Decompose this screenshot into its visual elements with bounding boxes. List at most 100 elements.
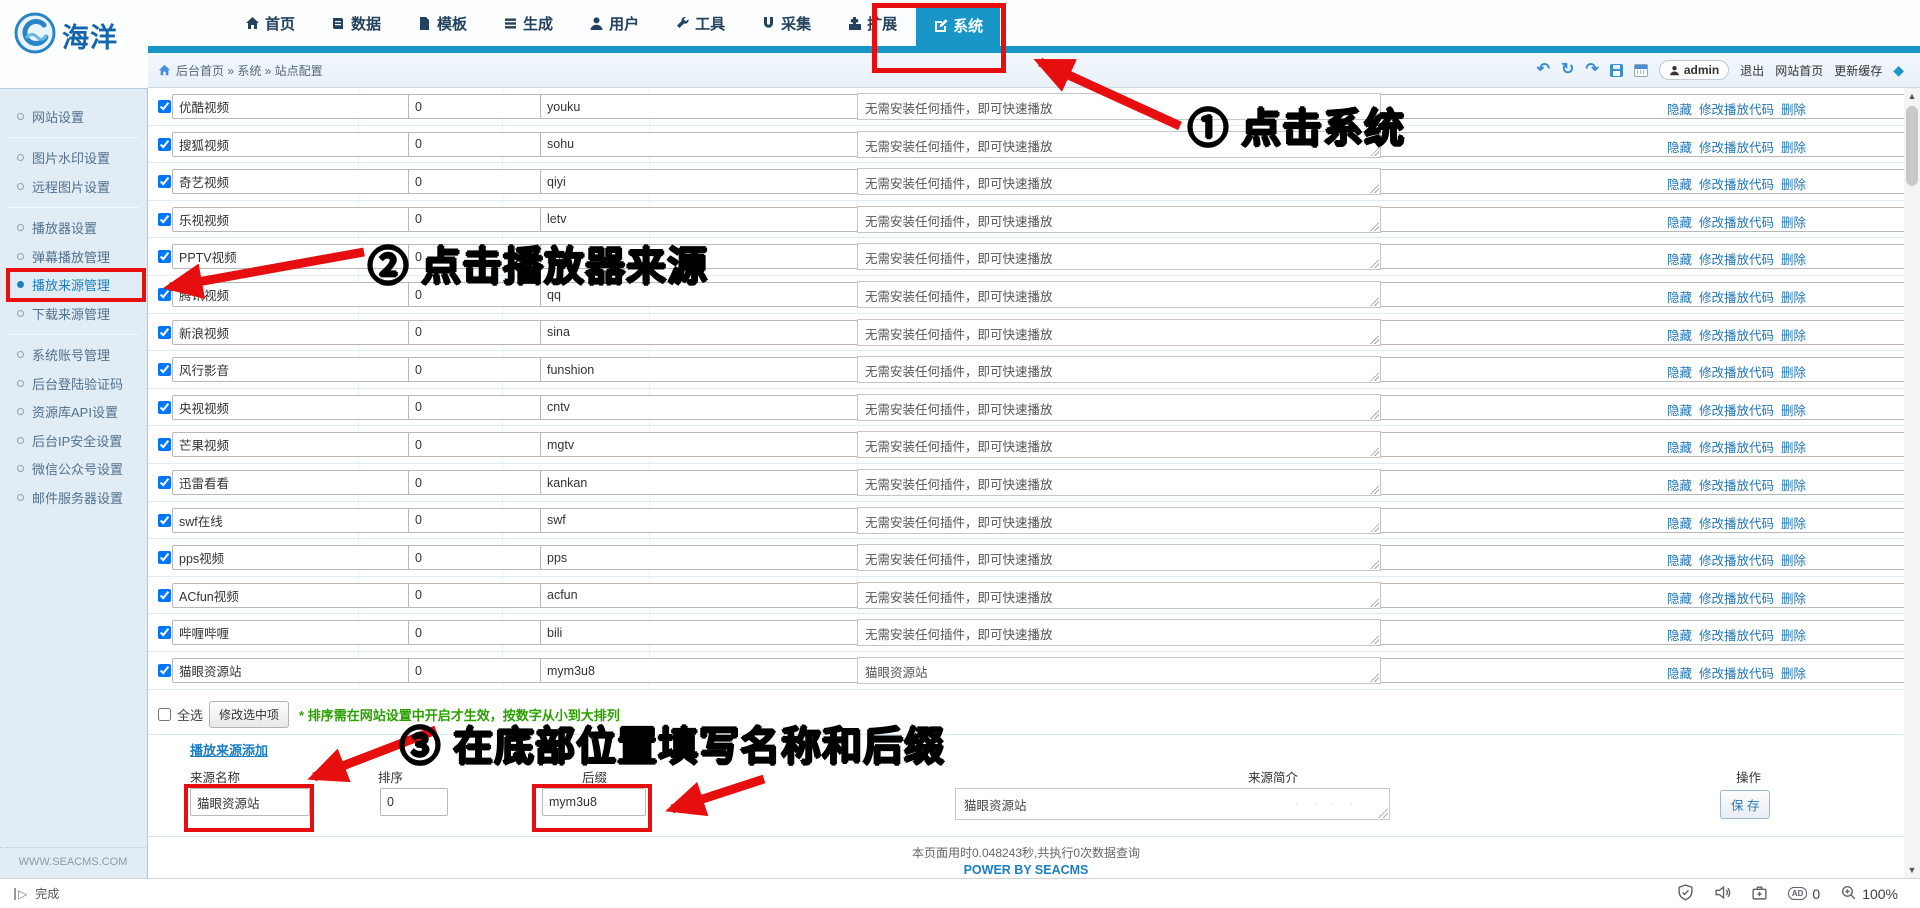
delete-link[interactable]: 删除	[1781, 362, 1806, 381]
hide-link[interactable]: 隐藏	[1667, 325, 1692, 344]
nav-item-user[interactable]: 用户	[572, 0, 656, 46]
row-intro-textarea[interactable]: 无需安装任何插件，即可快速播放	[857, 356, 1381, 383]
undo-icon[interactable]: ↶	[1537, 62, 1550, 78]
sidebar-item-danmu[interactable]: 弹幕播放管理	[0, 242, 147, 271]
modify-play-code-link[interactable]: 修改播放代码	[1699, 362, 1774, 381]
delete-link[interactable]: 删除	[1781, 400, 1806, 419]
hide-link[interactable]: 隐藏	[1667, 475, 1692, 494]
add-order-input[interactable]	[380, 788, 448, 816]
refresh-icon[interactable]: ↻	[1561, 62, 1574, 78]
row-intro-textarea[interactable]: 无需安装任何插件，即可快速播放	[857, 619, 1381, 646]
hide-link[interactable]: 隐藏	[1667, 362, 1692, 381]
modify-play-code-link[interactable]: 修改播放代码	[1699, 400, 1774, 419]
hide-link[interactable]: 隐藏	[1667, 588, 1692, 607]
hide-link[interactable]: 隐藏	[1667, 212, 1692, 231]
delete-link[interactable]: 删除	[1781, 99, 1806, 118]
delete-link[interactable]: 删除	[1781, 625, 1806, 644]
row-checkbox[interactable]	[158, 438, 171, 451]
sidebar-item-download-source[interactable]: 下载来源管理	[0, 299, 147, 328]
row-intro-textarea[interactable]: 无需安装任何插件，即可快速播放	[857, 131, 1381, 158]
delete-link[interactable]: 删除	[1781, 513, 1806, 532]
row-checkbox[interactable]	[158, 288, 171, 301]
delete-link[interactable]: 删除	[1781, 475, 1806, 494]
hide-link[interactable]: 隐藏	[1667, 137, 1692, 156]
modify-play-code-link[interactable]: 修改播放代码	[1699, 513, 1774, 532]
save-button[interactable]: 保 存	[1720, 790, 1770, 819]
sidebar-item-play-source[interactable]: 播放来源管理	[0, 271, 147, 300]
row-intro-textarea[interactable]: 无需安装任何插件，即可快速播放	[857, 168, 1381, 195]
modify-play-code-link[interactable]: 修改播放代码	[1699, 625, 1774, 644]
row-checkbox[interactable]	[158, 664, 171, 677]
nav-item-extend[interactable]: 扩展	[830, 0, 914, 46]
powered-by-link[interactable]: POWER BY SEACMS	[148, 863, 1904, 877]
save-icon[interactable]	[1610, 64, 1623, 77]
modify-play-code-link[interactable]: 修改播放代码	[1699, 475, 1774, 494]
row-intro-textarea[interactable]: 无需安装任何插件，即可快速播放	[857, 93, 1381, 120]
row-intro-textarea[interactable]: 无需安装任何插件，即可快速播放	[857, 544, 1381, 571]
hide-link[interactable]: 隐藏	[1667, 663, 1692, 682]
row-checkbox[interactable]	[158, 138, 171, 151]
scroll-down-icon[interactable]: ▼	[1904, 862, 1920, 878]
hide-link[interactable]: 隐藏	[1667, 437, 1692, 456]
row-intro-textarea[interactable]: 猫眼资源站	[857, 657, 1381, 684]
nav-item-tools[interactable]: 工具	[658, 0, 742, 46]
row-intro-textarea[interactable]: 无需安装任何插件，即可快速播放	[857, 319, 1381, 346]
logout-link[interactable]: 退出	[1740, 62, 1764, 79]
medkit-icon[interactable]	[1751, 884, 1768, 904]
sidebar-item-api[interactable]: 资源库API设置	[0, 398, 147, 427]
sidebar-item-site-settings[interactable]: 网站设置	[0, 102, 147, 131]
hide-link[interactable]: 隐藏	[1667, 625, 1692, 644]
sidebar-item-accounts[interactable]: 系统账号管理	[0, 341, 147, 370]
modify-play-code-link[interactable]: 修改播放代码	[1699, 325, 1774, 344]
delete-link[interactable]: 删除	[1781, 550, 1806, 569]
delete-link[interactable]: 删除	[1781, 325, 1806, 344]
refresh-cache-link[interactable]: 更新缓存	[1834, 62, 1882, 79]
collapse-icon[interactable]: ◆	[1893, 62, 1904, 79]
modify-play-code-link[interactable]: 修改播放代码	[1699, 550, 1774, 569]
row-checkbox[interactable]	[158, 589, 171, 602]
hide-link[interactable]: 隐藏	[1667, 513, 1692, 532]
row-intro-textarea[interactable]: 无需安装任何插件，即可快速播放	[857, 469, 1381, 496]
sidebar-item-captcha[interactable]: 后台登陆验证码	[0, 369, 147, 398]
delete-link[interactable]: 删除	[1781, 437, 1806, 456]
add-intro-textarea[interactable]: 猫眼资源站· · · ·	[955, 788, 1390, 820]
admin-badge[interactable]: admin	[1659, 60, 1729, 80]
row-checkbox[interactable]	[158, 363, 171, 376]
row-checkbox[interactable]	[158, 213, 171, 226]
select-all-checkbox[interactable]	[158, 708, 171, 721]
nav-item-system[interactable]: 系统	[916, 4, 1000, 46]
add-source-title[interactable]: 播放来源添加	[190, 740, 268, 759]
scrollbar-thumb[interactable]	[1906, 106, 1918, 186]
row-checkbox[interactable]	[158, 175, 171, 188]
hide-link[interactable]: 隐藏	[1667, 550, 1692, 569]
row-checkbox[interactable]	[158, 250, 171, 263]
row-checkbox[interactable]	[158, 476, 171, 489]
hide-link[interactable]: 隐藏	[1667, 400, 1692, 419]
row-intro-textarea[interactable]: 无需安装任何插件，即可快速播放	[857, 507, 1381, 534]
modify-play-code-link[interactable]: 修改播放代码	[1699, 99, 1774, 118]
redo-icon[interactable]: ↷	[1585, 62, 1598, 78]
calendar-icon[interactable]	[1634, 64, 1648, 77]
sidebar-item-remote-image[interactable]: 远程图片设置	[0, 172, 147, 201]
nav-item-collect[interactable]: 采集	[744, 0, 828, 46]
modify-selected-button[interactable]: 修改选中项	[209, 701, 289, 728]
row-checkbox[interactable]	[158, 100, 171, 113]
sidebar-item-wechat[interactable]: 微信公众号设置	[0, 455, 147, 484]
row-intro-textarea[interactable]: 无需安装任何插件，即可快速播放	[857, 243, 1381, 270]
row-intro-textarea[interactable]: 无需安装任何插件，即可快速播放	[857, 582, 1381, 609]
sidebar-item-ip-security[interactable]: 后台IP安全设置	[0, 426, 147, 455]
row-checkbox[interactable]	[158, 401, 171, 414]
shield-check-icon[interactable]	[1677, 884, 1694, 904]
row-checkbox[interactable]	[158, 326, 171, 339]
modify-play-code-link[interactable]: 修改播放代码	[1699, 174, 1774, 193]
row-checkbox[interactable]	[158, 551, 171, 564]
delete-link[interactable]: 删除	[1781, 212, 1806, 231]
modify-play-code-link[interactable]: 修改播放代码	[1699, 137, 1774, 156]
speaker-icon[interactable]	[1714, 884, 1731, 904]
hide-link[interactable]: 隐藏	[1667, 287, 1692, 306]
nav-item-home[interactable]: 首页	[228, 0, 312, 46]
modify-play-code-link[interactable]: 修改播放代码	[1699, 287, 1774, 306]
delete-link[interactable]: 删除	[1781, 287, 1806, 306]
add-suffix-input[interactable]	[542, 788, 646, 816]
nav-item-generate[interactable]: 生成	[486, 0, 570, 46]
